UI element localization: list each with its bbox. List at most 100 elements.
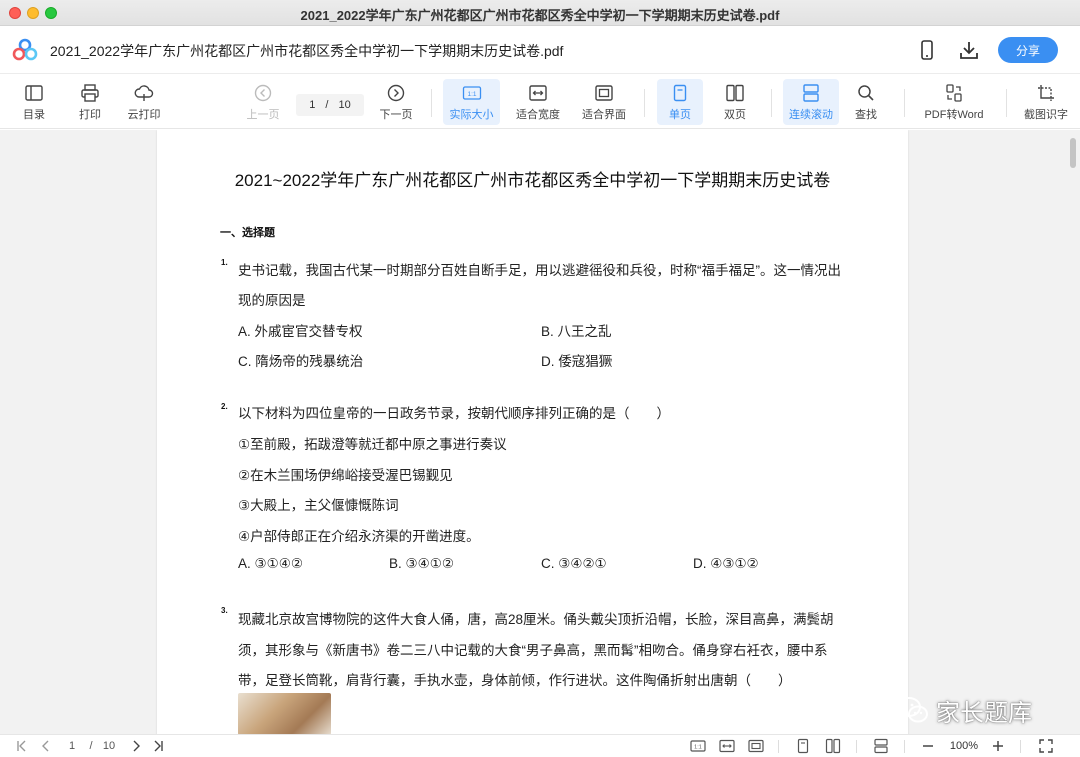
q2-line1: 以下材料为四位皇帝的一日政务节录，按朝代顺序排列正确的是（ ）: [238, 406, 670, 421]
crop-icon: [1038, 85, 1054, 101]
bottom-fit-width-button[interactable]: [718, 738, 736, 754]
bottom-status-bar: 1 / 10 1:1 100%: [0, 734, 1080, 757]
toolbar-divider: [771, 89, 772, 117]
fit-screen-button[interactable]: 适合界面: [578, 79, 630, 125]
watermark: 家长题库: [896, 693, 1032, 727]
question-number: 3.: [221, 606, 228, 615]
toolbar-divider: [431, 89, 432, 117]
zoom-out-button[interactable]: [920, 738, 936, 754]
bottom-divider: [778, 740, 779, 753]
screenshot-ocr-button[interactable]: 截图识字: [1018, 79, 1074, 125]
bottom-double-page-button[interactable]: [823, 738, 843, 754]
q1-option-a: A. 外戚宦官交替专权: [238, 324, 363, 339]
document-viewport[interactable]: 2021~2022学年广东广州花都区广州市花都区秀全中学初一下学期期末历史试卷 …: [0, 130, 1080, 734]
fit-screen-icon: [595, 85, 613, 101]
bottom-divider: [904, 740, 905, 753]
window-title: 2021_2022学年广东广州花都区广州市花都区秀全中学初一下学期期末历史试卷.…: [300, 8, 780, 23]
continuous-scroll-icon: [874, 738, 888, 754]
cloud-print-button[interactable]: 云打印: [122, 79, 166, 125]
first-page-button[interactable]: [14, 738, 30, 754]
bottom-current-page[interactable]: 1: [66, 738, 78, 754]
q3-line3: 带，足登长筒靴，肩背行囊，手执水壶，身体前倾，作行进状。这件陶俑折射出唐朝（ ）: [238, 673, 792, 688]
question-number: 2.: [221, 402, 228, 411]
last-page-icon: [154, 740, 163, 752]
bottom-actual-size-button[interactable]: 1:1: [689, 738, 707, 754]
next-page-button[interactable]: 下一页: [375, 79, 417, 125]
toc-label: 目录: [23, 109, 45, 121]
single-page-button[interactable]: 单页: [657, 79, 703, 125]
fit-width-icon: [529, 85, 547, 101]
q2-item4: ④户部侍郎正在介绍永济渠的开凿进度。: [238, 529, 480, 544]
share-button[interactable]: 分享: [998, 37, 1058, 63]
print-button[interactable]: 打印: [70, 79, 110, 125]
fit-width-label: 适合宽度: [516, 109, 560, 121]
svg-text:1:1: 1:1: [467, 91, 476, 98]
prev-page-label: 上一页: [246, 109, 280, 121]
q1-option-b: B. 八王之乱: [541, 324, 612, 339]
single-page-icon: [673, 84, 687, 102]
window-titlebar: 2021_2022学年广东广州花都区广州市花都区秀全中学初一下学期期末历史试卷.…: [0, 0, 1080, 26]
scrollbar-thumb[interactable]: [1070, 138, 1076, 168]
bottom-divider: [1020, 740, 1021, 753]
svg-text:1:1: 1:1: [694, 745, 702, 751]
q1-line1: 史书记载，我国古代某一时期部分百姓自断手足，用以逃避徭役和兵役，时称“福手福足”…: [238, 263, 841, 278]
q2-item3: ③大殿上，主父偃慷慨陈词: [238, 498, 399, 513]
double-page-button[interactable]: 双页: [713, 79, 757, 125]
actual-size-icon: 1:1: [690, 740, 706, 752]
page-number-input[interactable]: 1 / 10: [296, 94, 364, 116]
pdf-page: 2021~2022学年广东广州花都区广州市花都区秀全中学初一下学期期末历史试卷 …: [157, 130, 908, 734]
double-page-icon: [726, 84, 744, 102]
minus-icon: [923, 745, 933, 747]
actual-size-button[interactable]: 1:1 实际大小: [443, 79, 500, 125]
next-page-label: 下一页: [379, 109, 413, 121]
fullscreen-button[interactable]: [1038, 738, 1054, 754]
pdf-title: 2021~2022学年广东广州花都区广州市花都区秀全中学初一下学期期末历史试卷: [234, 171, 831, 190]
bottom-prev-page-button[interactable]: [38, 738, 54, 754]
pdf-to-word-label: PDF转Word: [924, 109, 984, 121]
find-button[interactable]: 查找: [846, 79, 886, 125]
app-logo-icon: [12, 38, 38, 61]
fit-screen-icon: [748, 739, 764, 753]
chevron-right-circle-icon: [387, 84, 405, 102]
chevron-left-circle-icon: [254, 84, 272, 102]
zoom-level[interactable]: 100%: [944, 738, 984, 754]
current-page: 1: [309, 99, 316, 111]
last-page-button[interactable]: [150, 738, 166, 754]
watermark-text: 家长题库: [936, 699, 1032, 727]
toolbar-divider: [1006, 89, 1007, 117]
convert-icon: [946, 84, 962, 102]
fit-width-button[interactable]: 适合宽度: [512, 79, 564, 125]
chevron-right-icon: [133, 740, 140, 752]
cloud-print-label: 云打印: [127, 109, 161, 121]
q2-item1: ①至前殿，拓跋澄等就迁都中原之事进行奏议: [238, 437, 507, 452]
double-page-label: 双页: [724, 109, 746, 121]
phone-icon[interactable]: [916, 39, 938, 61]
bottom-fit-screen-button[interactable]: [747, 738, 765, 754]
q1-option-d: D. 倭寇猖獗: [541, 354, 613, 369]
bottom-continuous-button[interactable]: [872, 738, 890, 754]
bottom-next-page-button[interactable]: [128, 738, 144, 754]
wechat-icon: [897, 697, 928, 723]
section-heading: 一、选择题: [220, 227, 275, 239]
q2-option-a: A. ③①④②: [238, 556, 303, 571]
toc-button[interactable]: 目录: [14, 79, 54, 125]
fullscreen-icon: [1039, 739, 1053, 753]
download-icon[interactable]: [958, 39, 980, 61]
single-page-icon: [797, 738, 809, 754]
prev-page-button[interactable]: 上一页: [242, 79, 284, 125]
cloud-print-icon: [134, 85, 154, 101]
q2-option-d: D. ④③①②: [693, 556, 759, 571]
total-pages: 10: [338, 99, 351, 111]
zoom-in-button[interactable]: [990, 738, 1006, 754]
plus-icon: [993, 741, 1003, 751]
q2-option-b: B. ③④①②: [389, 556, 454, 571]
q1-line2: 现的原因是: [238, 293, 306, 308]
pdf-to-word-button[interactable]: PDF转Word: [918, 79, 990, 125]
continuous-scroll-icon: [803, 84, 819, 102]
continuous-scroll-button[interactable]: 连续滚动: [783, 79, 839, 125]
toolbar-divider: [644, 89, 645, 117]
bottom-single-page-button[interactable]: [794, 738, 812, 754]
double-page-icon: [825, 738, 841, 754]
q3-line1: 现藏北京故宫博物院的这件大食人俑，唐，高28厘米。俑头戴尖顶折沿帽，长脸，深目高…: [238, 612, 834, 627]
vertical-scrollbar[interactable]: [1067, 132, 1079, 732]
